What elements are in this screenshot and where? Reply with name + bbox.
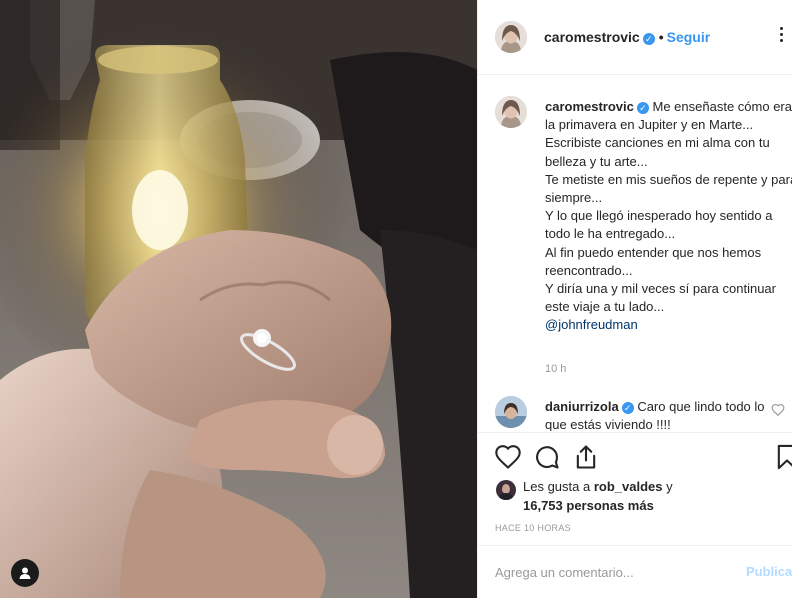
author-username[interactable]: caromestrovic xyxy=(544,29,640,45)
caption-line: Al fin puedo entender que nos hemos reen… xyxy=(545,244,762,278)
caption-time[interactable]: 10 h xyxy=(545,363,566,375)
caption-mention-link[interactable]: @johnfreudman xyxy=(545,317,638,332)
likes-conjunction: y xyxy=(666,479,673,494)
likes-text: Les gusta a rob_valdes y 16,753 personas… xyxy=(523,478,783,515)
verified-badge-icon: ✓ xyxy=(621,402,634,414)
post-photo[interactable] xyxy=(0,0,477,598)
post-header: caromestrovic ✓ • Seguir xyxy=(478,0,792,75)
liker-username[interactable]: rob_valdes xyxy=(594,479,663,494)
comment-like-heart-icon[interactable] xyxy=(771,403,785,417)
caption-line: Escribiste canciones en mi alma con tu b… xyxy=(545,135,770,169)
publish-button[interactable]: Publicar xyxy=(746,564,792,579)
author-header-line: caromestrovic ✓ • Seguir xyxy=(544,29,710,45)
add-comment-section: Publicar xyxy=(478,545,792,598)
user-tag-icon[interactable] xyxy=(11,559,39,587)
follow-button[interactable]: Seguir xyxy=(667,29,711,45)
share-icon[interactable] xyxy=(572,443,600,471)
post-timestamp[interactable]: HACE 10 HORAS xyxy=(495,523,571,533)
caption-line: Y diría una y mil veces sí para continua… xyxy=(545,281,776,315)
comments-list[interactable]: caromestrovic ✓ Me enseñaste cómo era la … xyxy=(478,76,792,431)
comment-icon[interactable] xyxy=(533,443,561,471)
caption-username[interactable]: caromestrovic xyxy=(545,99,634,114)
author-avatar[interactable] xyxy=(495,21,527,53)
bookmark-icon[interactable] xyxy=(773,443,792,471)
post-side-panel: caromestrovic✓•Seguir caromestrovic✓ xyxy=(477,0,792,598)
caption-avatar[interactable] xyxy=(495,96,527,128)
caption-line: Y lo que llegó inesperado hoy sentido a … xyxy=(545,208,773,242)
verified-badge-icon: ✓ xyxy=(636,102,649,114)
photo-illustration xyxy=(0,0,477,598)
caption-text: caromestrovic ✓ Me enseñaste cómo era la … xyxy=(545,98,792,335)
commenter-avatar[interactable] xyxy=(495,396,527,428)
post-actions-section: Les gusta a rob_valdes y 16,753 personas… xyxy=(478,432,792,552)
verified-badge-icon: ✓ xyxy=(642,33,655,45)
instagram-post-modal: caromestrovic✓•Seguir caromestrovic✓ xyxy=(0,0,792,598)
commenter-username[interactable]: daniurrizola xyxy=(545,399,619,414)
caption-line: Te metiste en mis sueños de repente y pa… xyxy=(545,171,792,206)
likes-count[interactable]: 16,753 personas más xyxy=(523,498,654,513)
separator-dot: • xyxy=(658,29,664,45)
comment-text: daniurrizola ✓ Caro que lindo todo lo que… xyxy=(545,398,770,431)
heart-icon[interactable] xyxy=(494,443,522,471)
more-options-icon[interactable] xyxy=(772,27,790,47)
likes-prefix: Les gusta a xyxy=(523,479,591,494)
comment-input[interactable] xyxy=(495,562,725,582)
liker-avatar[interactable] xyxy=(496,480,516,500)
